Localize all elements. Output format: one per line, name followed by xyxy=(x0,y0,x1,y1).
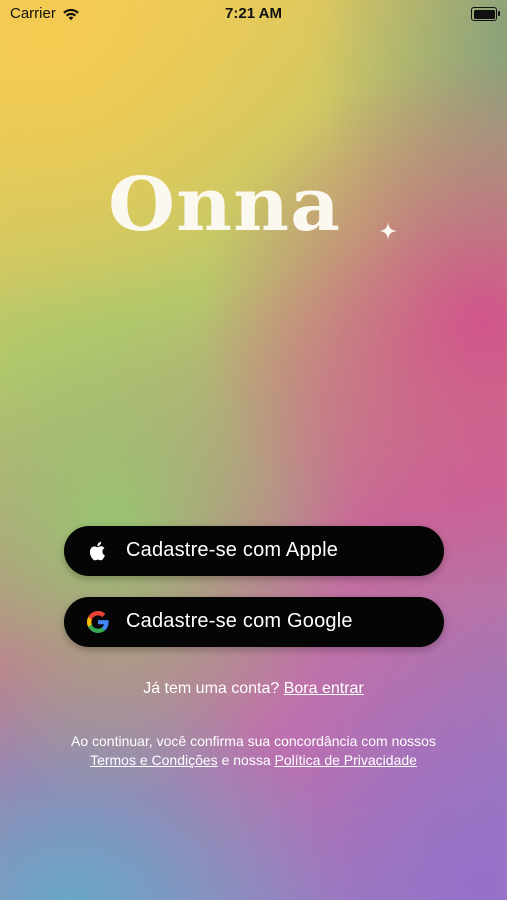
signup-google-button[interactable]: Cadastre-se com Google xyxy=(64,597,444,647)
battery-icon xyxy=(471,7,500,21)
google-button-label: Cadastre-se com Google xyxy=(126,610,353,632)
login-link[interactable]: Bora entrar xyxy=(284,680,364,697)
apple-icon xyxy=(89,541,105,561)
status-time: 7:21 AM xyxy=(225,5,282,22)
terms-connector: e nossa xyxy=(221,752,271,768)
terms-notice-text: Ao continuar, você confirma sua concordâ… xyxy=(71,733,436,749)
signup-apple-button[interactable]: Cadastre-se com Apple xyxy=(64,526,444,576)
onboarding-screen: Carrier 7:21 AM Onna Cadastre-se com App… xyxy=(0,0,507,900)
terms-link[interactable]: Termos e Condições xyxy=(90,752,218,768)
terms-notice: Ao continuar, você confirma sua concordâ… xyxy=(0,732,507,770)
app-logo: Onna xyxy=(108,162,341,248)
sparkle-icon xyxy=(379,222,397,240)
apple-button-label: Cadastre-se com Apple xyxy=(126,539,339,561)
google-icon xyxy=(87,611,109,633)
battery-level xyxy=(473,9,495,19)
terms-links-line: Termos e Condições e nossa Política de P… xyxy=(0,751,507,770)
status-bar: Carrier 7:21 AM xyxy=(0,0,507,28)
login-prompt: Já tem uma conta? Bora entrar xyxy=(0,680,507,698)
privacy-link[interactable]: Política de Privacidade xyxy=(275,752,417,768)
login-prompt-text: Já tem uma conta? xyxy=(143,680,280,697)
